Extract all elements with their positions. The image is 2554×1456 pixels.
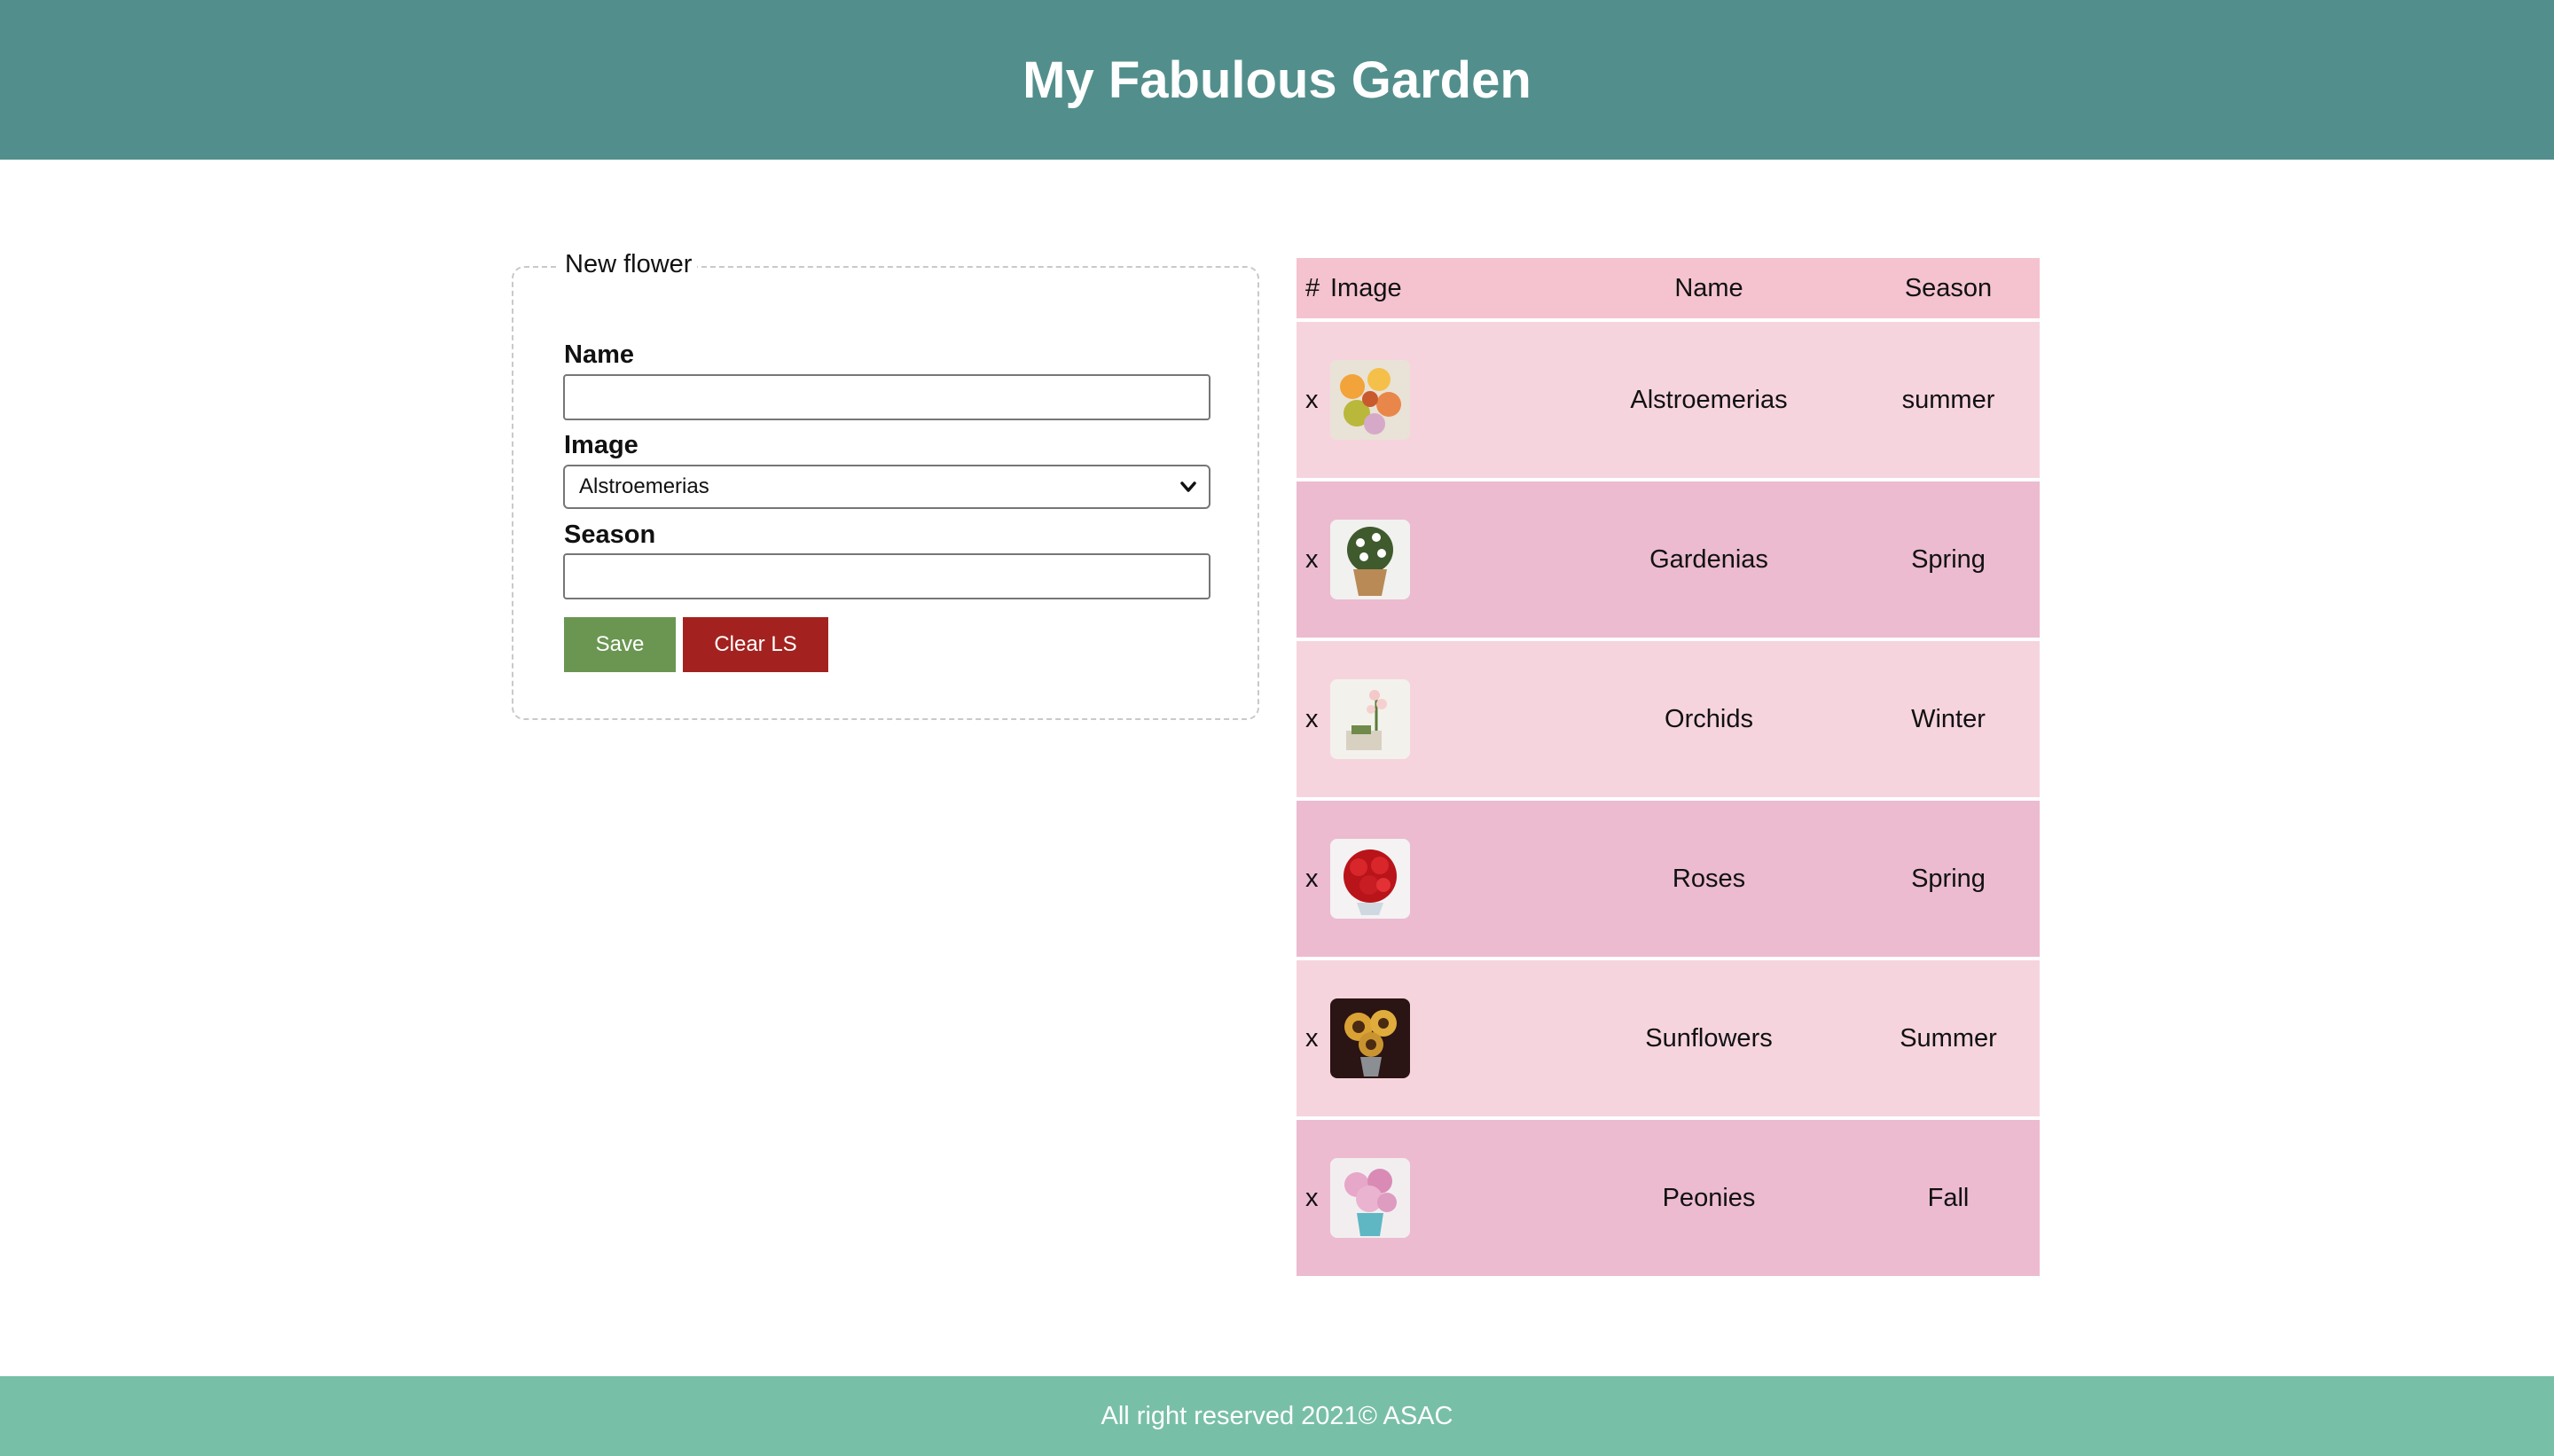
remove-button[interactable]: x — [1305, 705, 1319, 734]
season-label: Season — [564, 521, 656, 549]
form-legend: New flower — [560, 250, 698, 279]
flower-season: Spring — [1911, 864, 1986, 893]
remove-button[interactable]: x — [1305, 1024, 1319, 1053]
sunflower-image — [1330, 998, 1410, 1078]
rose-image — [1330, 839, 1410, 919]
flower-season: Fall — [1927, 1183, 1970, 1212]
season-input[interactable] — [563, 553, 1210, 599]
table-row: x Gardenias Spring — [1297, 481, 2040, 638]
image-select-value: Alstroemerias — [579, 474, 709, 498]
header-season: Season — [1904, 273, 1993, 302]
flower-name: Gardenias — [1649, 544, 1768, 574]
flower-name: Peonies — [1662, 1183, 1756, 1212]
table-row: x Peonies Fall — [1297, 1120, 2040, 1276]
page-footer: All right reserved 2021© ASAC — [0, 1376, 2554, 1456]
header-name: Name — [1674, 273, 1743, 302]
header-image: Image — [1330, 273, 1402, 302]
remove-button[interactable]: x — [1305, 865, 1319, 894]
peony-image — [1330, 1158, 1410, 1238]
table-row: x Orchids Winter — [1297, 641, 2040, 797]
flower-season: Winter — [1911, 704, 1986, 733]
orchid-image — [1330, 679, 1410, 759]
name-label: Name — [564, 341, 634, 369]
flowers-table: # Image Name Season x Alstroemerias summ… — [1297, 258, 2040, 1276]
flower-name: Alstroemerias — [1630, 385, 1788, 414]
table-row: x Alstroemerias summer — [1297, 322, 2040, 478]
flower-season: Spring — [1911, 544, 1986, 574]
page-header: My Fabulous Garden — [0, 0, 2554, 160]
chevron-down-icon — [1180, 481, 1196, 492]
remove-button[interactable]: x — [1305, 386, 1319, 415]
remove-button[interactable]: x — [1305, 545, 1319, 575]
remove-button[interactable]: x — [1305, 1184, 1319, 1213]
footer-text: All right reserved 2021© ASAC — [1101, 1401, 1453, 1430]
table-header-row: # Image Name Season — [1297, 258, 2040, 318]
image-label: Image — [564, 431, 638, 459]
flower-name: Roses — [1672, 864, 1746, 893]
flower-name: Sunflowers — [1645, 1023, 1773, 1053]
flower-season: summer — [1901, 385, 1995, 414]
page-title: My Fabulous Garden — [1022, 51, 1532, 109]
name-input[interactable] — [563, 374, 1210, 420]
image-select[interactable]: Alstroemerias — [563, 465, 1210, 509]
table-row: x Roses Spring — [1297, 801, 2040, 957]
clear-ls-button[interactable]: Clear LS — [683, 617, 828, 672]
gardenia-image — [1330, 520, 1410, 599]
flower-name: Orchids — [1665, 704, 1753, 733]
alstroemeria-image — [1330, 360, 1410, 440]
table-row: x Sunflowers Summer — [1297, 960, 2040, 1116]
header-hash: # — [1305, 273, 1320, 302]
save-button[interactable]: Save — [564, 617, 676, 672]
new-flower-form: New flower Name Image Alstroemerias Seas… — [512, 250, 1259, 720]
flower-season: Summer — [1900, 1023, 1997, 1053]
